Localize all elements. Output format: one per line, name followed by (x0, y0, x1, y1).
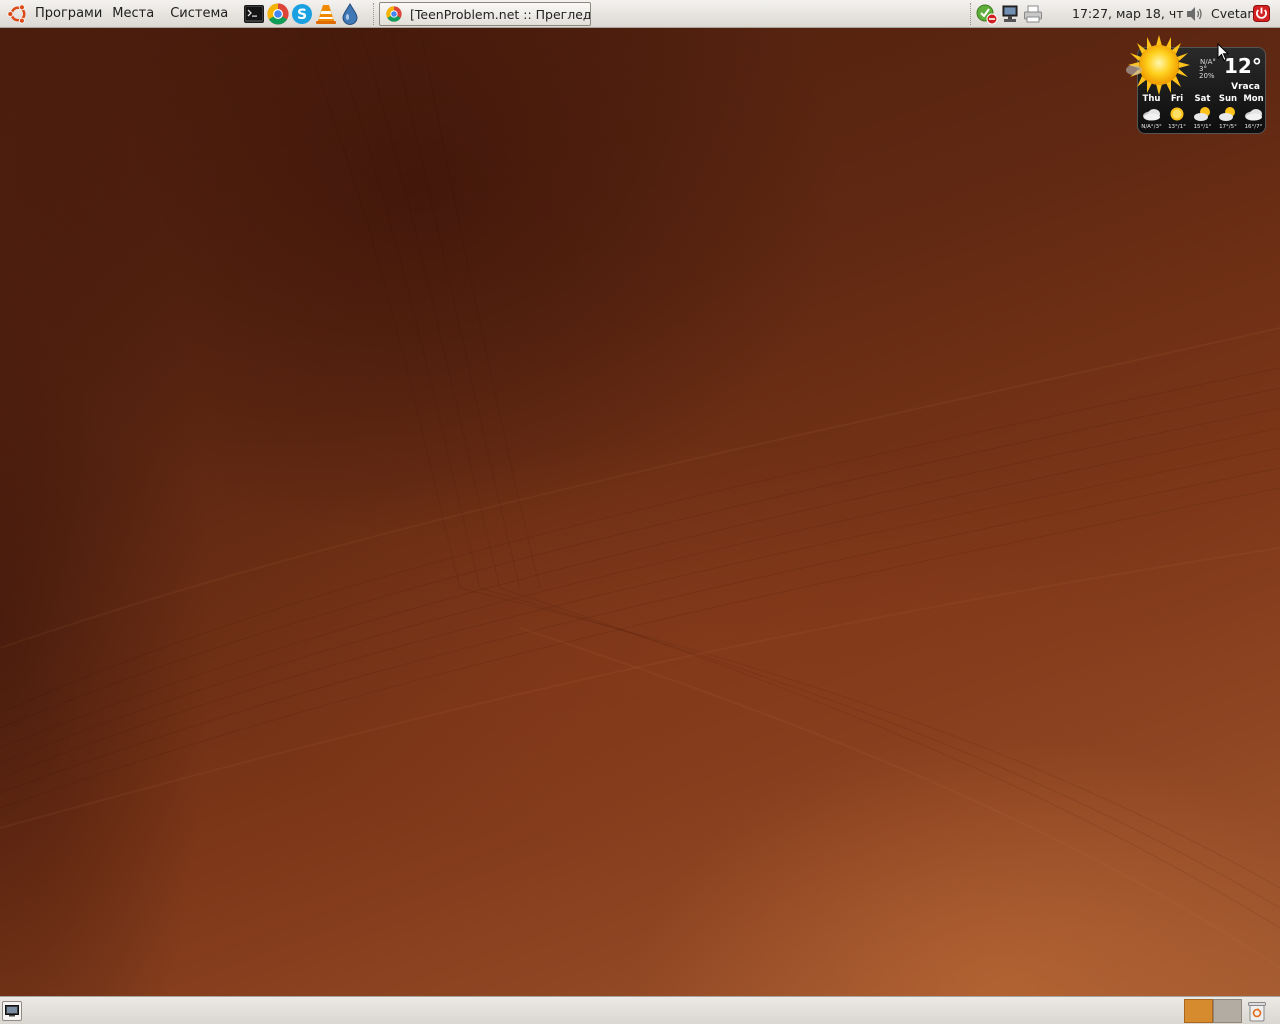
sun-icon (1126, 35, 1190, 95)
forecast-day-name: Sun (1218, 94, 1238, 104)
show-desktop-icon (5, 1005, 19, 1017)
mouse-cursor-icon (1217, 43, 1229, 62)
partly-cloudy-icon (1219, 107, 1235, 121)
forecast-day-name: Mon (1243, 94, 1264, 104)
forecast-temp: 13°/1° (1168, 124, 1186, 130)
network-icon[interactable] (999, 3, 1021, 25)
svg-text:S: S (297, 7, 307, 23)
terminal-icon[interactable] (243, 2, 266, 25)
user-menu[interactable]: Cvetan (1211, 0, 1255, 28)
partly-cloudy-icon (1193, 107, 1210, 121)
show-desktop-button[interactable] (2, 1001, 22, 1021)
current-humidity: 20% (1199, 72, 1215, 80)
desktop-background[interactable] (0, 28, 1280, 996)
forecast-day: Sat 15°/1° (1190, 94, 1215, 131)
workspace-2[interactable] (1213, 999, 1242, 1023)
window-task-button[interactable]: [TeenProblem.net :: Прeглед... (379, 2, 591, 26)
places-menu[interactable]: Места (104, 0, 162, 28)
applications-menu[interactable]: Програми (0, 0, 104, 28)
clock[interactable]: 17:27, мар 18, чт (1072, 0, 1184, 28)
forecast-temp: N/A°/3° (1141, 124, 1162, 130)
chrome-icon (386, 6, 402, 22)
bottom-panel (0, 996, 1280, 1024)
top-panel: Програми Места Система S [TeenProblem.ne… (0, 0, 1280, 28)
forecast-day: Fri 13°/1° (1165, 94, 1190, 131)
power-icon[interactable] (1253, 5, 1270, 22)
forecast-day: Thu N/A°/3° (1139, 94, 1164, 131)
sun-icon (1170, 107, 1184, 121)
launchers: S (242, 2, 362, 25)
city-name: Vraca (1231, 82, 1260, 92)
system-menu[interactable]: Система (162, 0, 236, 28)
window-task-title: [TeenProblem.net :: Прeглед... (410, 6, 591, 22)
cloudy-icon (1244, 109, 1262, 121)
forecast-day: Sun 17°/5° (1216, 94, 1241, 131)
forecast-row: Thu N/A°/3° Fri 13°/1° Sat 15°/1° Sun 17… (1139, 94, 1266, 131)
panel-separator (373, 3, 375, 25)
forecast-temp: 17°/5° (1219, 124, 1237, 130)
notification-area (966, 0, 1045, 28)
skype-icon[interactable]: S (291, 2, 314, 25)
cloudy-icon (1142, 109, 1160, 121)
forecast-temp: 16°/7° (1244, 124, 1263, 130)
current-temperature: 12° (1224, 54, 1262, 78)
workspace-1[interactable] (1184, 999, 1213, 1023)
forecast-day-name: Fri (1170, 94, 1184, 104)
vlc-icon[interactable] (315, 2, 338, 25)
forecast-day-name: Sat (1194, 94, 1211, 104)
update-notifier-icon[interactable] (976, 3, 998, 25)
main-menu: Програми Места Система (0, 0, 236, 28)
chrome-icon[interactable] (267, 2, 290, 25)
trash-icon[interactable] (1247, 1000, 1267, 1022)
applications-menu-label: Програми (35, 5, 103, 21)
forecast-day-name: Thu (1142, 94, 1161, 104)
forecast-day: Mon 16°/7° (1241, 94, 1266, 131)
printer-icon[interactable] (1022, 3, 1044, 25)
forecast-temp: 15°/1° (1193, 124, 1212, 130)
wallpaper-swirl (0, 28, 1280, 969)
water-drop-icon[interactable] (339, 2, 362, 25)
ubuntu-logo-icon (7, 3, 26, 24)
weather-widget[interactable]: N/A° 3° 20% 12° Vraca Thu N/A°/3° Fri 13… (1126, 35, 1266, 134)
volume-icon[interactable] (1185, 4, 1205, 24)
